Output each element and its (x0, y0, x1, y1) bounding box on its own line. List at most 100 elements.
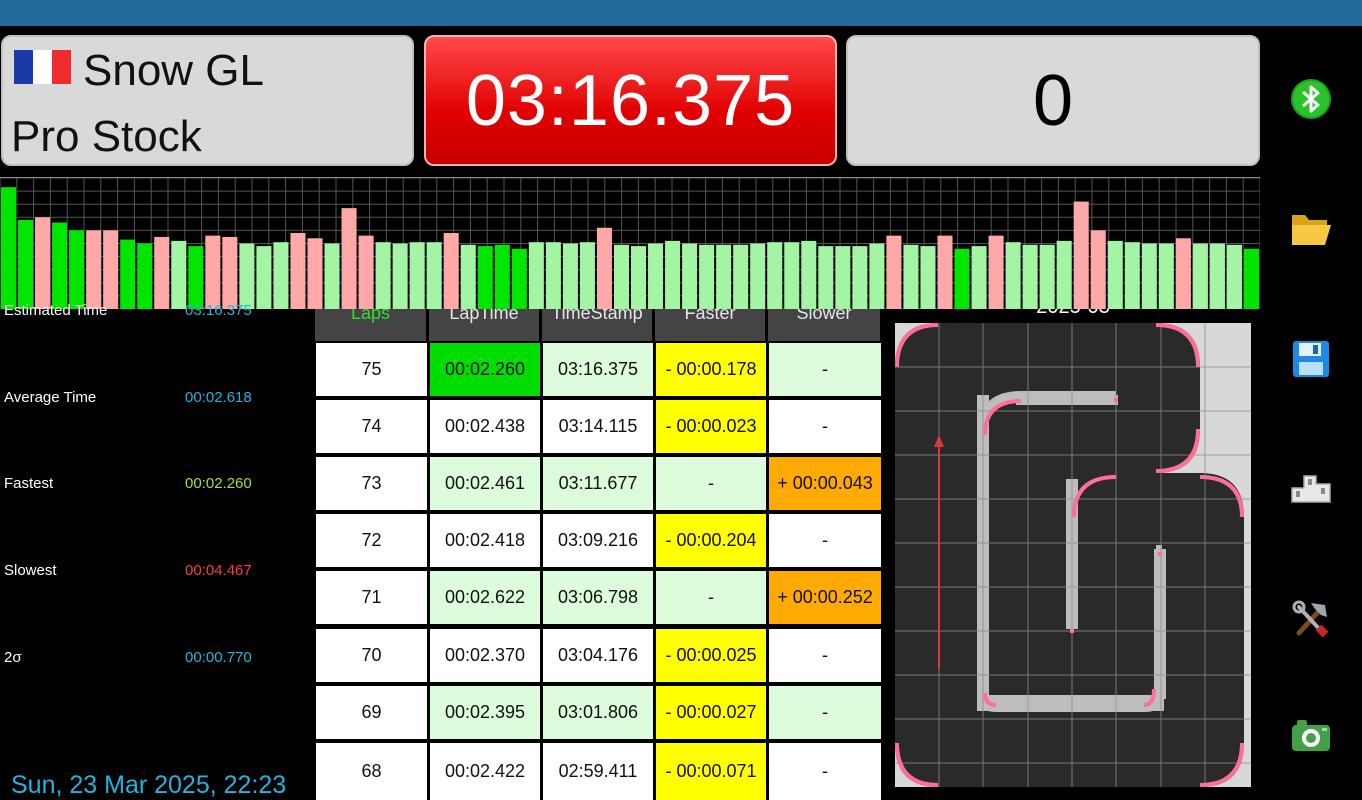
column-header-laps[interactable]: Laps (315, 309, 428, 341)
chart-bar (69, 230, 85, 309)
chart-bar (545, 242, 561, 309)
chart-bar (239, 243, 255, 309)
chart-bar (767, 242, 783, 309)
camera-button[interactable] (1286, 710, 1336, 760)
save-button[interactable] (1286, 334, 1336, 384)
chart-bar (222, 236, 238, 309)
stat-value-estimated-time: 03:16.375 (185, 302, 252, 319)
stat-value-slowest: 00:04.467 (185, 562, 252, 579)
status-bar (0, 0, 1362, 26)
table-row[interactable]: 69 00:02.395 03:01.806- 00:00.027- (315, 686, 882, 739)
chart-bar (1209, 243, 1225, 309)
table-row[interactable]: 72 00:02.418 03:09.216- 00:00.204- (315, 514, 882, 567)
table-cell-slower: - (769, 743, 881, 800)
flag-stripe-white (33, 50, 52, 84)
chart-bar (784, 242, 800, 309)
table-cell-faster: - (656, 457, 766, 510)
chart-bar (1056, 240, 1072, 309)
race-timer-panel[interactable]: 03:16.375 (424, 35, 837, 166)
chart-bar (137, 243, 153, 309)
column-header-label: Slower (796, 309, 852, 323)
chart-bar (511, 248, 527, 309)
table-cell-slower: + 00:00.252 (769, 571, 881, 624)
table-cell-timestamp: 02:59.411 (543, 743, 653, 800)
chart-bar (682, 243, 698, 309)
chart-bar (494, 244, 510, 309)
chart-bar (1039, 244, 1055, 309)
tools-button[interactable] (1286, 594, 1336, 644)
chart-bar (1192, 243, 1208, 309)
chart-bar (1022, 244, 1038, 309)
chart-bar (733, 244, 749, 309)
table-cell-timestamp: 03:04.176 (543, 629, 653, 682)
table-cell-laps: 69 (316, 686, 427, 739)
chart-bar (613, 244, 629, 309)
app-root: Snow GL Pro Stock 03:16.375 0 Estimated … (0, 0, 1362, 800)
chart-bar (443, 233, 459, 309)
chart-bar (665, 240, 681, 309)
table-cell-laptime: 00:02.422 (430, 743, 540, 800)
driver-name: Snow GL (83, 46, 264, 95)
column-header-laptime[interactable]: LapTime (429, 309, 541, 341)
track-title: 2025-03 (886, 309, 1260, 319)
tools-icon (1292, 600, 1329, 638)
table-row[interactable]: 74 00:02.438 03:14.115- 00:00.023- (315, 400, 882, 453)
results-button[interactable] (1286, 464, 1336, 514)
table-cell-laptime: 00:02.461 (430, 457, 540, 510)
table-cell-faster: - 00:00.071 (656, 743, 766, 800)
chart-bar (528, 242, 544, 309)
camera-icon (1292, 720, 1330, 751)
chart-bar (375, 242, 391, 309)
chart-bar (1141, 243, 1157, 309)
track-map-svg (895, 323, 1251, 787)
chart-bar (392, 243, 408, 309)
stat-label-fastest: Fastest (4, 475, 54, 492)
flag-stripe-blue (14, 50, 33, 84)
driver-panel[interactable]: Snow GL Pro Stock (1, 35, 414, 166)
table-cell-slower: - (769, 514, 881, 567)
chart-bar (205, 235, 221, 309)
table-cell-slower: - (769, 343, 881, 396)
chart-bar (154, 236, 170, 309)
chart-bar (188, 246, 204, 309)
table-cell-timestamp: 03:11.677 (543, 457, 653, 510)
column-header-timestamp[interactable]: TimeStamp (542, 309, 654, 341)
lap-time-chart (0, 177, 1260, 309)
bluetooth-button[interactable] (1286, 74, 1336, 124)
chart-bar (869, 243, 885, 309)
chart-bar (1124, 242, 1140, 309)
column-header-faster[interactable]: Faster (655, 309, 767, 341)
class-name: Pro Stock (11, 112, 202, 161)
chart-bar (341, 208, 357, 309)
table-row[interactable]: 73 00:02.461 03:11.677- + 00:00.043 (315, 457, 882, 510)
lap-counter-panel[interactable]: 0 (846, 35, 1260, 166)
chart-bar (699, 244, 715, 309)
chart-bar (171, 240, 187, 309)
table-row[interactable]: 71 00:02.622 03:06.798- + 00:00.252 (315, 571, 882, 624)
lap-counter: 0 (1032, 60, 1074, 141)
chart-bar (716, 244, 732, 309)
lap-table[interactable]: Laps LapTime TimeStamp Faster Slower 75 00:02.… (315, 309, 882, 800)
chart-bar (971, 246, 987, 309)
track-wall-bottom (988, 695, 1164, 711)
open-file-button[interactable] (1286, 204, 1336, 254)
lap-time-chart-svg (0, 178, 1260, 309)
chart-bar (290, 233, 306, 309)
table-row[interactable]: 75 00:02.260 03:16.375- 00:00.178- (315, 343, 882, 396)
chart-bar (988, 235, 1004, 309)
table-row[interactable]: 68 00:02.422 02:59.411- 00:00.071- (315, 743, 882, 800)
stat-label-average-time: Average Time (4, 389, 97, 406)
sidebar (1260, 26, 1362, 800)
table-cell-laps: 68 (316, 743, 427, 800)
column-header-slower[interactable]: Slower (768, 309, 882, 341)
track-map: 2025-03 (886, 309, 1260, 800)
race-timer: 03:16.375 (465, 60, 796, 141)
chart-bar (579, 242, 595, 309)
table-row[interactable]: 70 00:02.370 03:04.176- 00:00.025- (315, 629, 882, 682)
chart-bar (460, 244, 476, 309)
chart-bar (937, 235, 953, 309)
chart-bar (86, 230, 102, 309)
chart-bar (818, 246, 834, 309)
table-cell-laps: 71 (316, 571, 427, 624)
chart-bar (562, 243, 578, 309)
